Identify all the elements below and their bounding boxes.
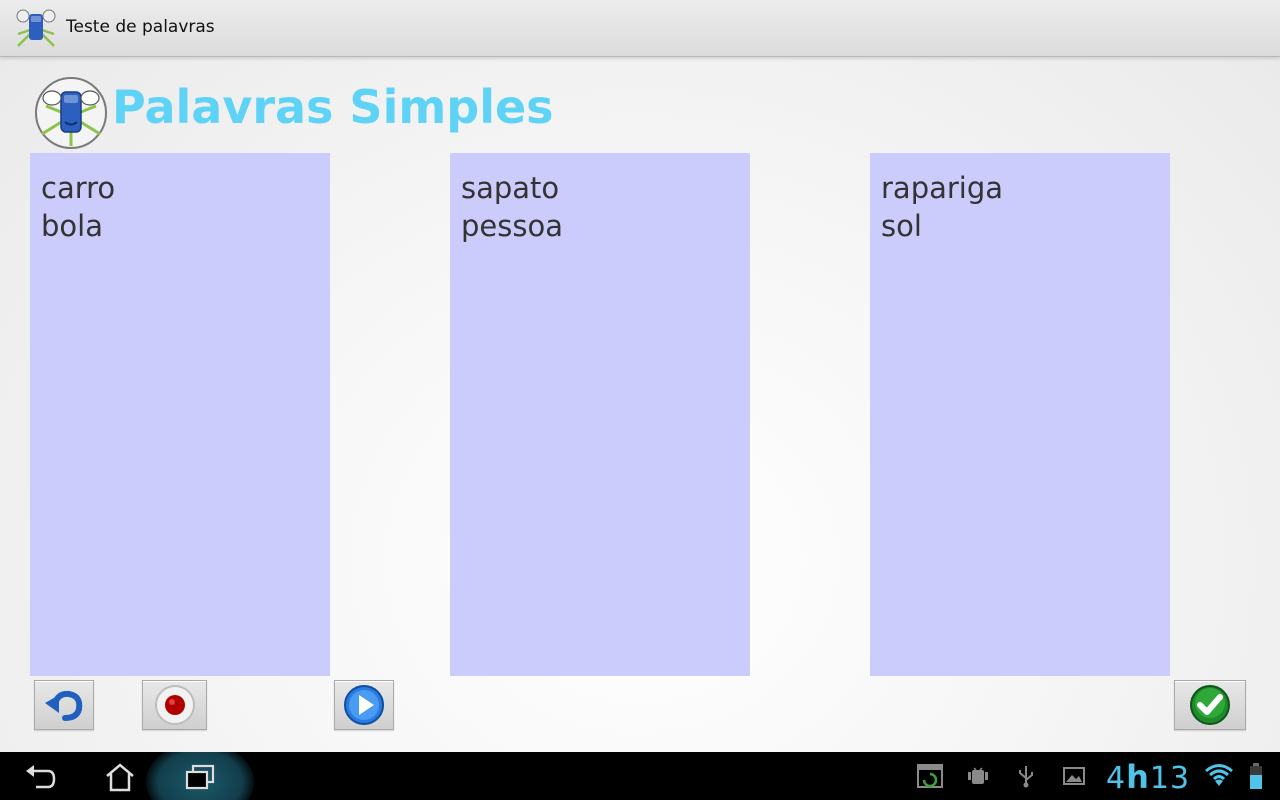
- clock-separator: h: [1126, 758, 1150, 796]
- word-column-1[interactable]: carro bola: [30, 153, 330, 676]
- word-item[interactable]: sol: [881, 207, 1003, 245]
- word-item[interactable]: rapariga: [881, 169, 1003, 207]
- clock-hours: 4: [1106, 761, 1127, 796]
- battery-icon[interactable]: [1248, 763, 1264, 791]
- recent-apps-button[interactable]: [178, 760, 222, 794]
- record-icon: [154, 685, 195, 725]
- page-title: Palavras Simples: [112, 80, 554, 134]
- word-column-2[interactable]: sapato pessoa: [450, 153, 750, 676]
- clock[interactable]: 4h13: [1106, 758, 1190, 796]
- gallery-icon[interactable]: [1062, 764, 1086, 788]
- back-button[interactable]: [18, 760, 62, 794]
- word-item[interactable]: sapato: [461, 169, 563, 207]
- undo-arrow-icon: [45, 690, 83, 721]
- android-debug-icon[interactable]: [966, 764, 990, 788]
- record-button[interactable]: [142, 680, 207, 730]
- mascot-logo-icon: [35, 77, 107, 149]
- action-bar: Teste de palavras: [0, 0, 1280, 57]
- word-list: carro bola: [41, 169, 115, 245]
- word-list: rapariga sol: [881, 169, 1003, 245]
- screenshot-icon[interactable]: [916, 762, 944, 790]
- home-icon: [106, 763, 134, 792]
- play-button[interactable]: [334, 680, 394, 730]
- home-button[interactable]: [98, 760, 142, 794]
- app-mascot-icon[interactable]: [14, 6, 58, 50]
- recent-apps-icon: [185, 764, 215, 790]
- checkmark-icon: [1190, 685, 1230, 725]
- word-item[interactable]: carro: [41, 169, 115, 207]
- clock-minutes: 13: [1149, 761, 1191, 796]
- wifi-icon[interactable]: [1204, 762, 1234, 788]
- word-item[interactable]: pessoa: [461, 207, 563, 245]
- word-item[interactable]: bola: [41, 207, 115, 245]
- usb-icon[interactable]: [1016, 764, 1036, 788]
- word-list: sapato pessoa: [461, 169, 563, 245]
- confirm-button[interactable]: [1174, 680, 1246, 730]
- word-column-3[interactable]: rapariga sol: [870, 153, 1170, 676]
- undo-button[interactable]: [34, 680, 94, 730]
- system-navigation-bar: 4h13: [0, 752, 1280, 800]
- back-icon: [26, 765, 56, 789]
- window-title: Teste de palavras: [66, 17, 215, 37]
- play-icon: [344, 685, 384, 725]
